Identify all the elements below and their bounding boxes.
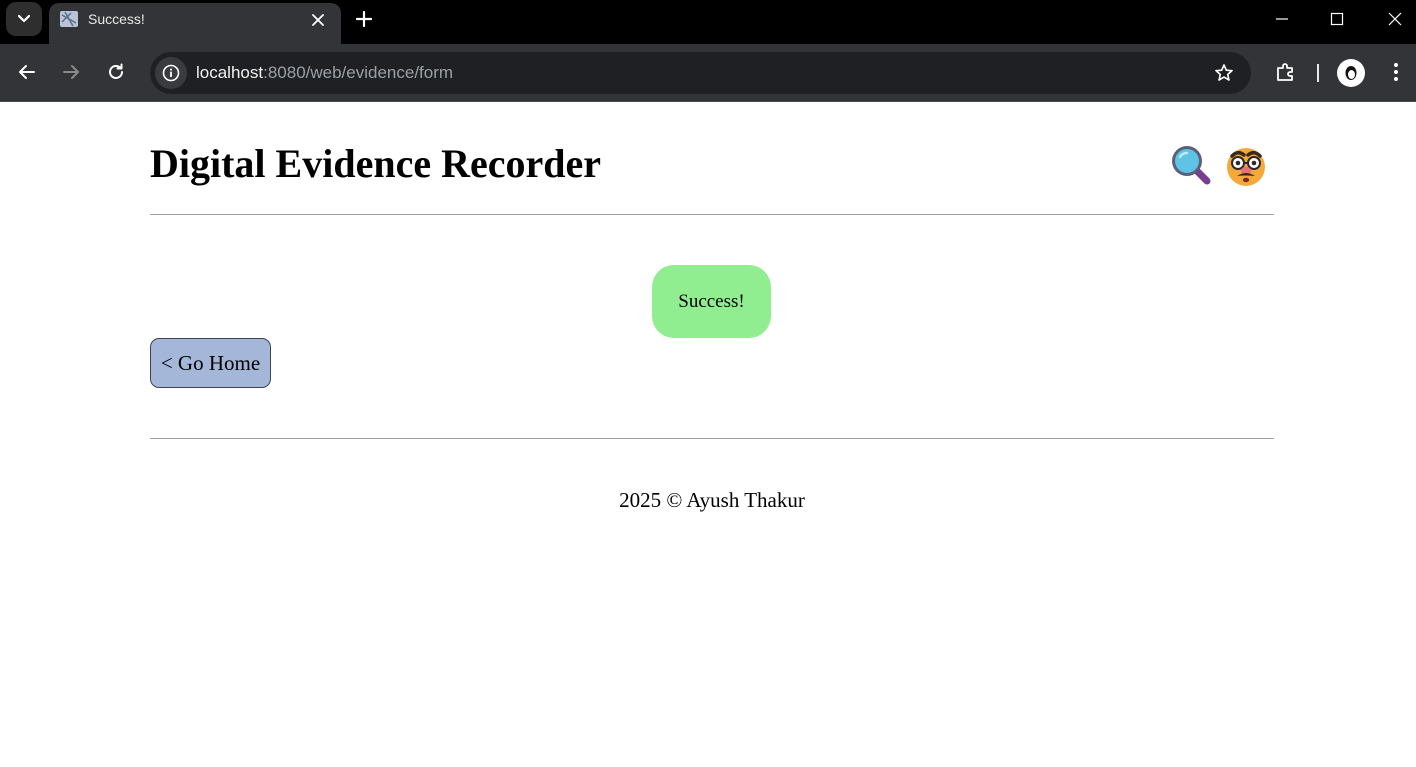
forward-arrow-icon bbox=[63, 65, 79, 79]
magnifying-glass-icon bbox=[1172, 146, 1211, 185]
page-header: Digital Evidence Recorder bbox=[150, 140, 1274, 190]
star-icon bbox=[1215, 64, 1233, 81]
bookmark-button[interactable] bbox=[1213, 62, 1235, 84]
page-title: Digital Evidence Recorder bbox=[150, 141, 601, 186]
success-message: Success! bbox=[652, 265, 771, 338]
browser-toolbar: localhost:8080/web/evidence/form bbox=[0, 44, 1416, 102]
disguised-face-icon bbox=[1227, 148, 1265, 186]
extensions-button[interactable] bbox=[1271, 57, 1301, 87]
footer-divider bbox=[150, 438, 1274, 439]
close-icon bbox=[312, 14, 324, 26]
tab-close-button[interactable] bbox=[308, 10, 328, 30]
toolbar-divider bbox=[1317, 64, 1319, 82]
extensions-icon bbox=[1277, 63, 1293, 81]
maximize-icon bbox=[1330, 12, 1344, 26]
window-close-button[interactable] bbox=[1380, 6, 1410, 32]
go-home-button[interactable]: < Go Home bbox=[150, 338, 271, 388]
reload-icon bbox=[109, 63, 123, 79]
favicon-icon bbox=[60, 11, 78, 27]
back-arrow-icon bbox=[19, 65, 35, 79]
window-close-icon bbox=[1388, 12, 1402, 26]
url-path: :8080/web/evidence/form bbox=[263, 63, 454, 82]
active-tab[interactable]: Success! bbox=[49, 3, 341, 44]
reload-button[interactable] bbox=[101, 57, 131, 87]
url-host: localhost bbox=[196, 63, 264, 82]
profile-button[interactable] bbox=[1337, 59, 1365, 87]
site-info-button[interactable] bbox=[155, 57, 187, 89]
header-icons bbox=[1170, 144, 1268, 188]
tab-title: Success! bbox=[88, 11, 145, 27]
info-icon bbox=[162, 64, 180, 82]
address-bar[interactable]: localhost:8080/web/evidence/form bbox=[150, 52, 1251, 94]
back-button[interactable] bbox=[12, 57, 42, 87]
forward-button[interactable] bbox=[56, 57, 86, 87]
tab-search-icon bbox=[17, 14, 31, 23]
more-vert-icon bbox=[1394, 63, 1398, 81]
header-divider bbox=[150, 214, 1274, 215]
profile-icon bbox=[1345, 66, 1357, 80]
url-text[interactable]: localhost:8080/web/evidence/form bbox=[196, 63, 453, 83]
browser-tab-strip: Success! bbox=[0, 0, 1416, 44]
minimize-button[interactable] bbox=[1267, 6, 1297, 32]
tab-search-button[interactable] bbox=[6, 2, 42, 36]
browser-menu-button[interactable] bbox=[1384, 57, 1408, 87]
new-tab-button[interactable] bbox=[353, 8, 375, 30]
footer-copyright: 2025 © Ayush Thakur bbox=[619, 488, 805, 512]
minimize-icon bbox=[1276, 18, 1288, 20]
maximize-button[interactable] bbox=[1322, 6, 1352, 32]
plus-icon bbox=[356, 11, 372, 27]
